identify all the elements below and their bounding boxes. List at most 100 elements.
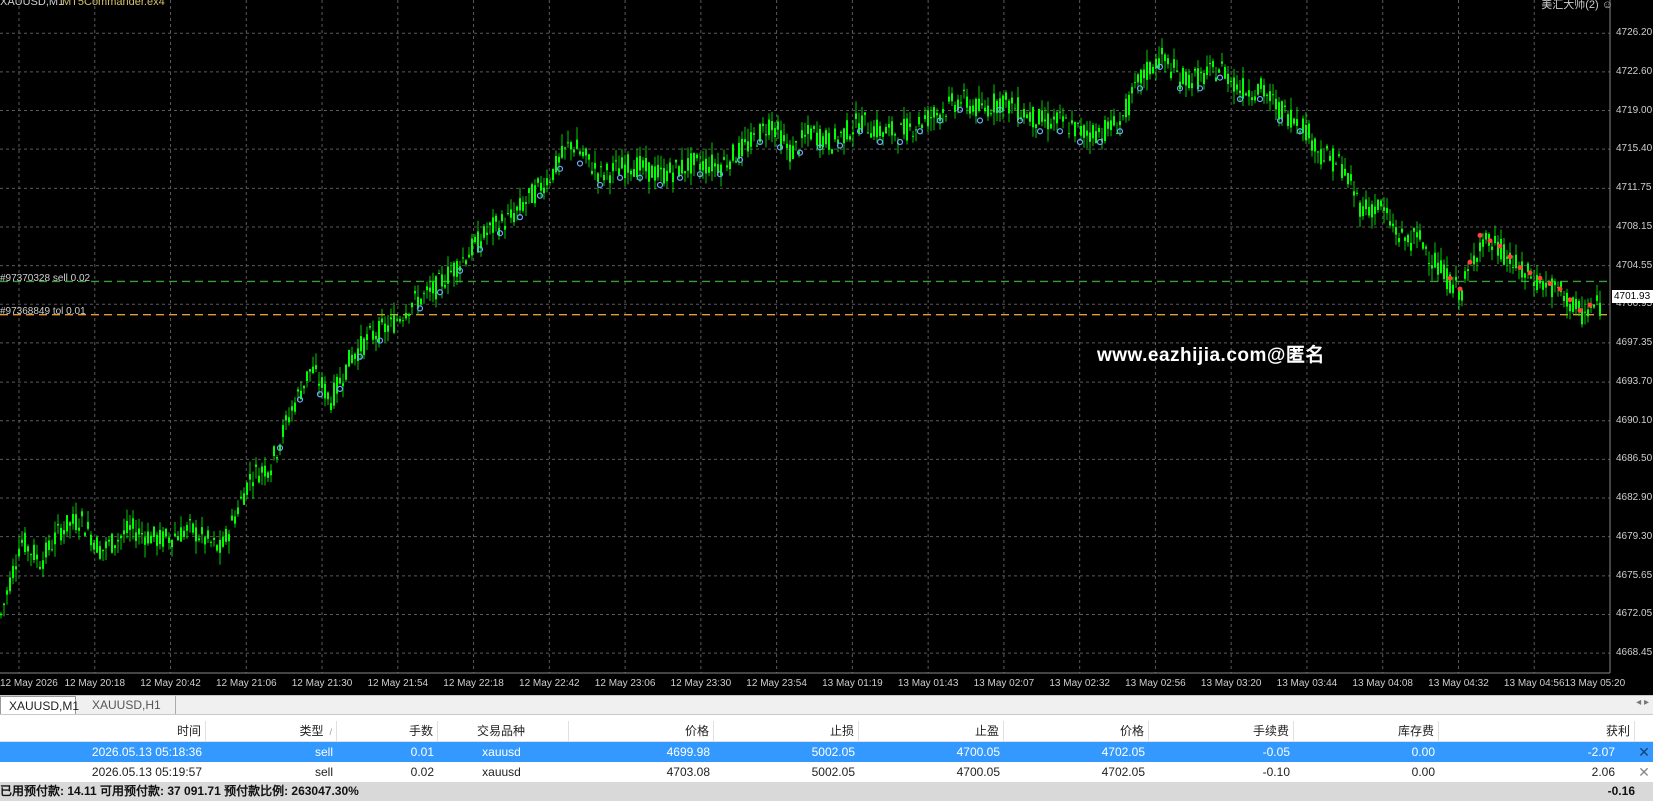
time-axis-label: 12 May 21:30 xyxy=(291,678,353,688)
col-swap[interactable]: 库存费 xyxy=(1294,721,1439,741)
price-axis-label: 4686.50 xyxy=(1616,453,1653,465)
order-line-label-tol[interactable]: #97368849 tol 0.01 xyxy=(0,306,86,317)
close-position-icon[interactable]: ✕ xyxy=(1637,742,1651,762)
candle-body xyxy=(15,566,17,570)
cell-sl: 5002.05 xyxy=(811,745,855,759)
candle-body xyxy=(435,276,437,300)
candle-body xyxy=(150,535,152,544)
candle-body xyxy=(1014,108,1016,110)
candle-body xyxy=(675,159,677,163)
candle-body xyxy=(525,202,527,204)
candle-body xyxy=(501,214,503,222)
candle-body xyxy=(681,159,683,174)
candle-body xyxy=(1395,227,1397,235)
candle-body xyxy=(1287,114,1289,126)
candle-body xyxy=(561,145,563,158)
tab-scroll-arrows[interactable]: ◂ ▸ xyxy=(1636,697,1649,708)
sell-marker xyxy=(1547,281,1553,287)
candle-body xyxy=(24,532,26,552)
candle-body xyxy=(783,135,785,142)
candle-body xyxy=(1245,93,1247,96)
col-price-current[interactable]: 价格 xyxy=(1004,721,1149,741)
candle-body xyxy=(1131,87,1133,94)
candle-body xyxy=(609,175,611,184)
candle-body xyxy=(564,147,566,149)
col-commission[interactable]: 手续费 xyxy=(1149,721,1294,741)
candle-body xyxy=(888,124,890,128)
candle-body xyxy=(876,119,878,138)
col-type[interactable]: 类型 / xyxy=(206,721,337,741)
candle-body xyxy=(1575,298,1577,310)
time-axis-label: 13 May 03:44 xyxy=(1276,678,1338,688)
candle-body xyxy=(177,536,179,541)
candle-body xyxy=(1203,73,1205,85)
candle-body xyxy=(1416,232,1418,238)
candle-body xyxy=(1473,255,1475,265)
candle-body xyxy=(486,232,488,235)
candle-body xyxy=(1431,265,1433,269)
candle-body xyxy=(747,141,749,152)
col-time[interactable]: 时间 xyxy=(0,721,206,741)
candle-body xyxy=(1314,138,1316,152)
col-price-open[interactable]: 价格 xyxy=(569,721,714,741)
table-row[interactable]: 2026.05.13 05:19:57 sell 0.02 xauusd 470… xyxy=(0,762,1653,783)
candle-body xyxy=(288,417,290,423)
col-symbol[interactable]: 交易品种 xyxy=(438,721,569,741)
candle-body xyxy=(1374,206,1376,215)
chart-canvas[interactable] xyxy=(0,0,1653,688)
candle-body xyxy=(195,527,197,542)
candle-body xyxy=(672,172,674,183)
candle-body xyxy=(1464,271,1466,279)
close-position-icon[interactable]: ✕ xyxy=(1637,762,1651,782)
candle-body xyxy=(978,98,980,111)
col-profit[interactable]: 获利 xyxy=(1439,721,1635,741)
candle-body xyxy=(549,182,551,184)
candle-body xyxy=(390,317,392,320)
candle-body xyxy=(135,532,137,541)
price-axis-label: 4715.40 xyxy=(1616,143,1653,155)
candle-body xyxy=(354,353,356,359)
col-tp[interactable]: 止盈 xyxy=(859,721,1004,741)
candle-body xyxy=(1161,47,1163,55)
cell-price-open: 4703.08 xyxy=(666,765,710,779)
candle-body xyxy=(813,126,815,129)
candle-body xyxy=(1392,223,1394,226)
margin-summary: 已用预付款: 14.11 可用预付款: 37 091.71 预付款比例: 263… xyxy=(0,784,359,798)
candle-body xyxy=(1083,125,1085,138)
candle-body xyxy=(645,157,647,172)
candle-body xyxy=(387,325,389,332)
candle-body xyxy=(1056,112,1058,124)
candle-body xyxy=(1005,92,1007,100)
candle-body xyxy=(1173,59,1175,68)
candle-body xyxy=(816,132,818,146)
time-axis-label: 13 May 01:19 xyxy=(822,678,883,688)
candle-body xyxy=(1596,295,1598,301)
tab-xauusd-m1[interactable]: XAUUSD,M1 xyxy=(0,696,79,714)
price-chart[interactable]: XAUUSD,M1 MT5Commander.ex4 美汇大师(2) ☺ www… xyxy=(0,0,1653,688)
tab-xauusd-h1[interactable]: XAUUSD,H1 xyxy=(84,696,176,714)
candle-body xyxy=(615,160,617,162)
candle-body xyxy=(1413,227,1415,232)
candle-body xyxy=(804,134,806,137)
candle-body xyxy=(1089,132,1091,142)
candle-body xyxy=(156,534,158,546)
table-row[interactable]: 2026.05.13 05:18:36 sell 0.01 xauusd 469… xyxy=(0,742,1653,762)
candle-body xyxy=(108,539,110,542)
time-axis-label: 12 May 21:54 xyxy=(367,678,429,688)
price-axis-label: 4711.75 xyxy=(1616,182,1652,194)
candle-body xyxy=(873,126,875,137)
candle-body xyxy=(1497,241,1499,256)
candle-body xyxy=(627,154,629,173)
candle-body xyxy=(1308,123,1310,139)
order-line-label-sell[interactable]: #97370328 sell 0.02 xyxy=(0,273,90,284)
candle-body xyxy=(1059,111,1061,113)
col-volume[interactable]: 手数 xyxy=(337,721,438,741)
candle-body xyxy=(1032,106,1034,128)
col-sl[interactable]: 止损 xyxy=(714,721,859,741)
candle-body xyxy=(1113,116,1115,126)
candle-body xyxy=(882,132,884,137)
candle-body xyxy=(1599,302,1601,317)
candle-body xyxy=(243,493,245,505)
candle-body xyxy=(414,290,416,294)
candle-body xyxy=(1188,74,1190,89)
